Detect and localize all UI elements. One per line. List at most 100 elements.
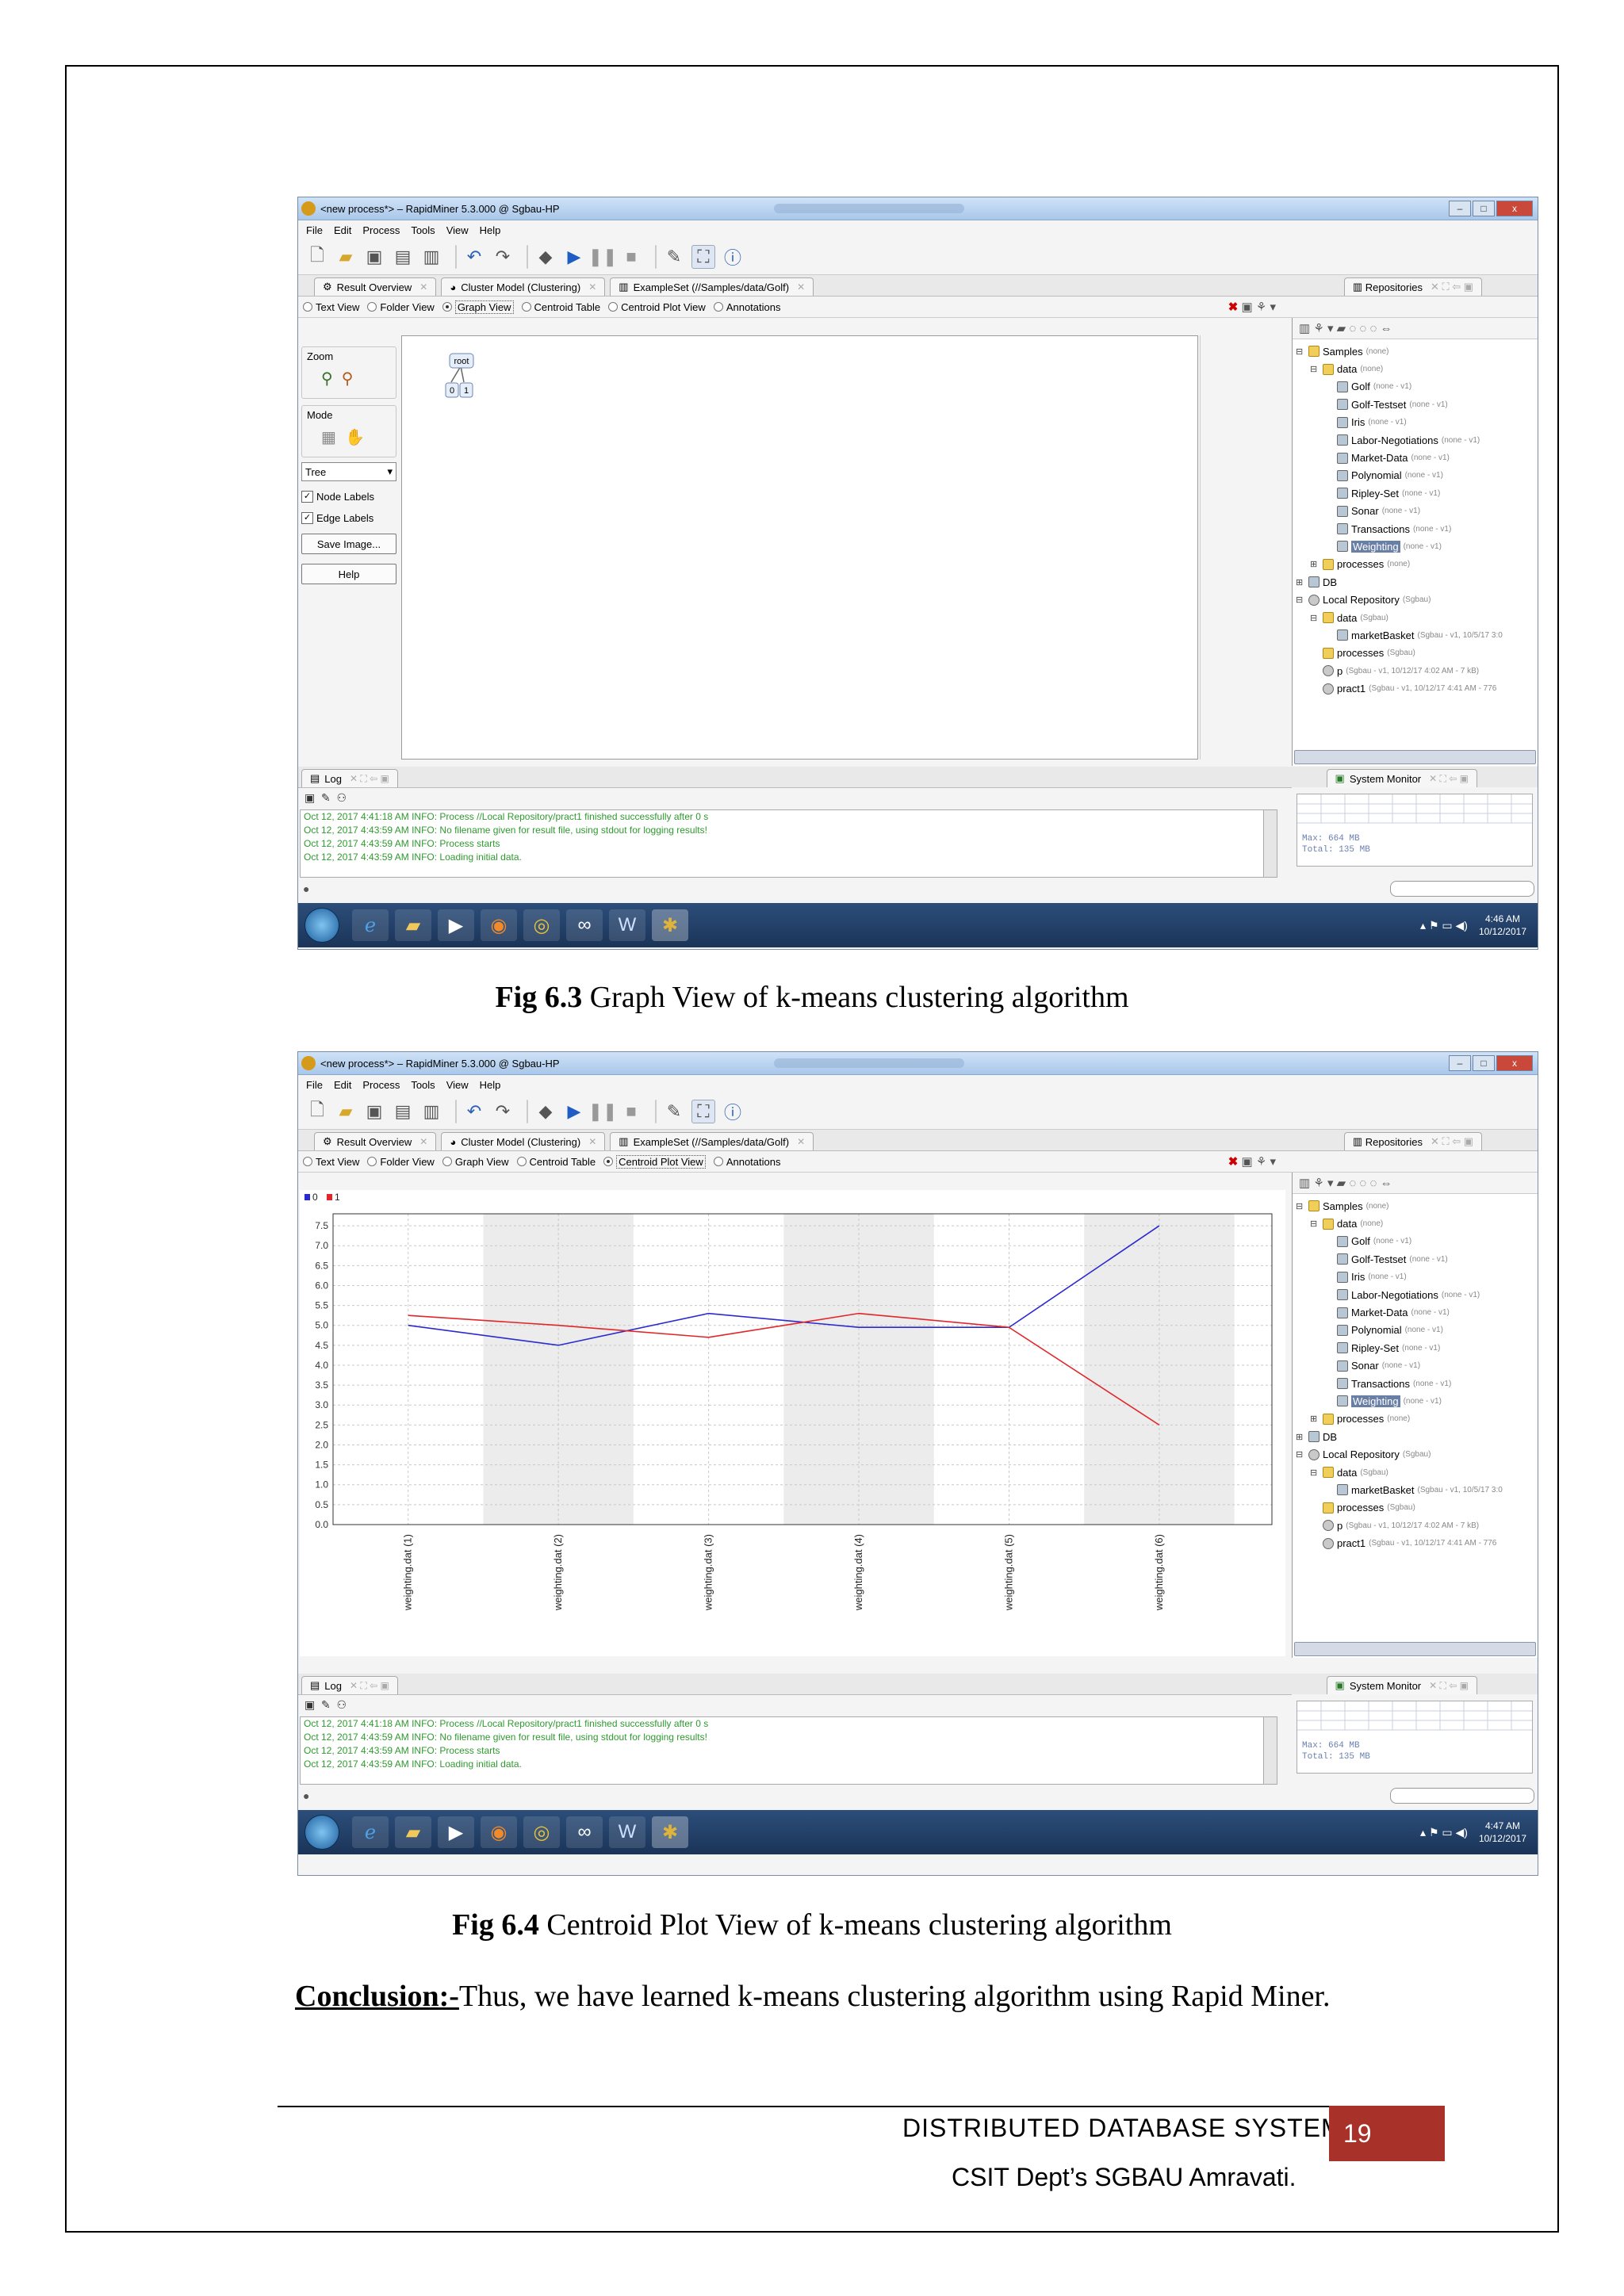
close-button[interactable]: x [1496,1055,1533,1071]
undo-icon[interactable]: ↶ [463,1100,485,1123]
repository-tree[interactable]: ⊟ Samples (none) ⊟ data (none) Golf (none - v1)… [1293,339,1538,698]
tab-result-overview[interactable]: ⚙ Result Overview ✕ [314,277,437,296]
undo-icon[interactable]: ↶ [463,246,485,268]
menu-process[interactable]: Process [362,1079,400,1091]
collapse-icon[interactable]: ⊟ [1296,1449,1305,1460]
tree-item[interactable]: ⊟ data (none) [1296,1215,1538,1232]
save-icon[interactable]: ▣ [363,1100,385,1123]
expand-icon[interactable]: ⊞ [1296,577,1305,587]
welcome-perspective-icon[interactable]: ⓘ [722,246,744,268]
zoom-in-icon[interactable]: ⚲ [321,370,333,388]
close-tab-icon[interactable]: ✕ [797,281,805,293]
tree-item[interactable]: Iris (none - v1) [1296,1269,1538,1286]
tree-item[interactable]: ⊟ Samples (none) [1296,342,1538,360]
result-view-tools[interactable]: ✖ ▣ ⚘ ▾ [1228,300,1276,314]
menu-edit[interactable]: Edit [334,224,351,236]
tree-item[interactable]: ⊞ processes (none) [1296,556,1538,573]
radio-centroid-table[interactable]: Centroid Table [516,1156,596,1168]
zoom-out-icon[interactable]: ⚲ [342,370,354,388]
ie-icon[interactable]: ℯ [352,909,389,941]
repository-toolbar[interactable]: ▥ ⚘ ▾ ▰ ◌ ◌ ◌ ⇔ [1293,1173,1538,1194]
redo-icon[interactable]: ↷ [492,246,514,268]
explorer-icon[interactable]: ▰ [395,909,431,941]
radio-centroid-plot-view[interactable]: Centroid Plot View [603,1154,706,1169]
menu-view[interactable]: View [446,1079,469,1091]
stop-icon[interactable]: ■ [620,1100,642,1123]
menu-help[interactable]: Help [480,224,501,236]
new-process-icon[interactable]: 🗋 [306,245,328,268]
tab-repositories[interactable]: ▥ Repositories ✕ ⛶ ⇦ ▣ [1343,1132,1482,1150]
close-tab-icon[interactable]: ✕ [588,1136,596,1147]
radio-annotations[interactable]: Annotations [713,1156,780,1168]
tree-item[interactable]: pract1 (Sgbau - v1, 10/12/17 4:41 AM - 77… [1296,1534,1538,1552]
tree-item[interactable]: p (Sgbau - v1, 10/12/17 4:02 AM - 7 kB) [1296,1517,1538,1534]
tree-item[interactable]: Ripley-Set (none - v1) [1296,484,1538,502]
chrome-icon[interactable]: ◎ [523,1816,560,1848]
tab-result-overview[interactable]: ⚙ Result Overview ✕ [314,1132,437,1150]
chrome-icon[interactable]: ◎ [523,909,560,941]
tab-system-monitor[interactable]: ▣ System Monitor ✕ ⛶ ⇦ ▣ [1326,769,1477,787]
new-process-icon[interactable]: 🗋 [306,1100,328,1123]
graph-canvas[interactable]: root 0 1 [401,335,1198,760]
radio-graph-view[interactable]: Graph View [442,1156,509,1168]
explorer-icon[interactable]: ▰ [395,1816,431,1848]
start-button[interactable] [304,908,339,943]
menu-tools[interactable]: Tools [411,1079,435,1091]
design-perspective-icon[interactable]: ✎ [663,246,685,268]
close-tab-icon[interactable]: ✕ [588,281,596,293]
tree-item[interactable]: ⊟ data (none) [1296,360,1538,377]
tree-item[interactable]: ⊟ data (Sgbau) [1296,1464,1538,1481]
tab-exampleset[interactable]: ▥ ExampleSet (//Samples/data/Golf) ✕ [610,277,814,296]
clear-log-icon[interactable]: ✎ [321,791,331,805]
save-log-icon[interactable]: ▣ [304,1698,315,1712]
close-tab-icon[interactable]: ✕ [797,1136,805,1147]
firefox-icon[interactable]: ◉ [481,909,517,941]
tree-item[interactable]: Sonar (none - v1) [1296,1357,1538,1375]
tree-item[interactable]: Polynomial (none - v1) [1296,1322,1538,1339]
menu-file[interactable]: File [306,224,323,236]
tree-item[interactable]: Transactions (none - v1) [1296,1375,1538,1392]
media-player-icon[interactable]: ▶ [438,909,474,941]
tree-item[interactable]: Golf-Testset (none - v1) [1296,396,1538,413]
tree-item[interactable]: marketBasket (Sgbau - v1, 10/5/17 3:0 [1296,626,1538,644]
menu-help[interactable]: Help [480,1079,501,1091]
tray-icons[interactable]: ▴ ⚑ ▭ ◀) [1420,1826,1468,1839]
tree-item[interactable]: ⊟ data (Sgbau) [1296,609,1538,626]
radio-annotations[interactable]: Annotations [713,301,780,313]
tree-item[interactable]: Golf-Testset (none - v1) [1296,1250,1538,1268]
log-scrollbar[interactable] [1263,810,1277,877]
tree-item[interactable]: Sonar (none - v1) [1296,503,1538,520]
maximize-button[interactable]: □ [1473,1055,1495,1071]
minimize-button[interactable]: – [1449,1055,1471,1071]
radio-folder-view[interactable]: Folder View [367,1156,435,1168]
viewer-icon[interactable]: ∞ [566,1816,603,1848]
save-icon[interactable]: ▣ [363,246,385,268]
radio-graph-view[interactable]: Graph View [442,300,514,314]
radio-folder-view[interactable]: Folder View [367,301,435,313]
close-tab-icon[interactable]: ✕ [419,281,427,293]
minimize-button[interactable]: – [1449,201,1471,216]
radio-centroid-plot-view[interactable]: Centroid Plot View [608,301,706,313]
collapse-icon[interactable]: ⊟ [1296,595,1305,605]
node-labels-checkbox[interactable]: ✓ Node Labels [301,491,396,503]
ie-icon[interactable]: ℯ [352,1816,389,1848]
tree-item[interactable]: ⊞ DB [1296,573,1538,591]
validate-icon[interactable]: ◆ [534,1100,557,1123]
maximize-button[interactable]: □ [1473,201,1495,216]
pause-icon[interactable]: ❚❚ [588,1100,618,1123]
collapse-icon[interactable]: ⊟ [1296,1201,1305,1211]
tree-item[interactable]: Labor-Negotiations (none - v1) [1296,1286,1538,1303]
word-icon[interactable]: W [609,1816,645,1848]
tree-item[interactable]: Polynomial (none - v1) [1296,467,1538,484]
tree-item[interactable]: Labor-Negotiations (none - v1) [1296,431,1538,449]
clear-log-icon[interactable]: ✎ [321,1698,331,1712]
log-scrollbar[interactable] [1263,1717,1277,1784]
collapse-icon[interactable]: ⊟ [1296,346,1305,357]
radio-text-view[interactable]: Text View [303,1156,359,1168]
open-folder-icon[interactable]: ▰ [335,1100,357,1123]
tree-item[interactable]: Weighting (none - v1) [1296,1392,1538,1410]
validate-icon[interactable]: ◆ [534,246,557,268]
collapse-icon[interactable]: ⊟ [1310,364,1320,374]
save-as-icon[interactable]: ▤ [392,246,414,268]
result-view-tools[interactable]: ✖ ▣ ⚘ ▾ [1228,1154,1276,1169]
